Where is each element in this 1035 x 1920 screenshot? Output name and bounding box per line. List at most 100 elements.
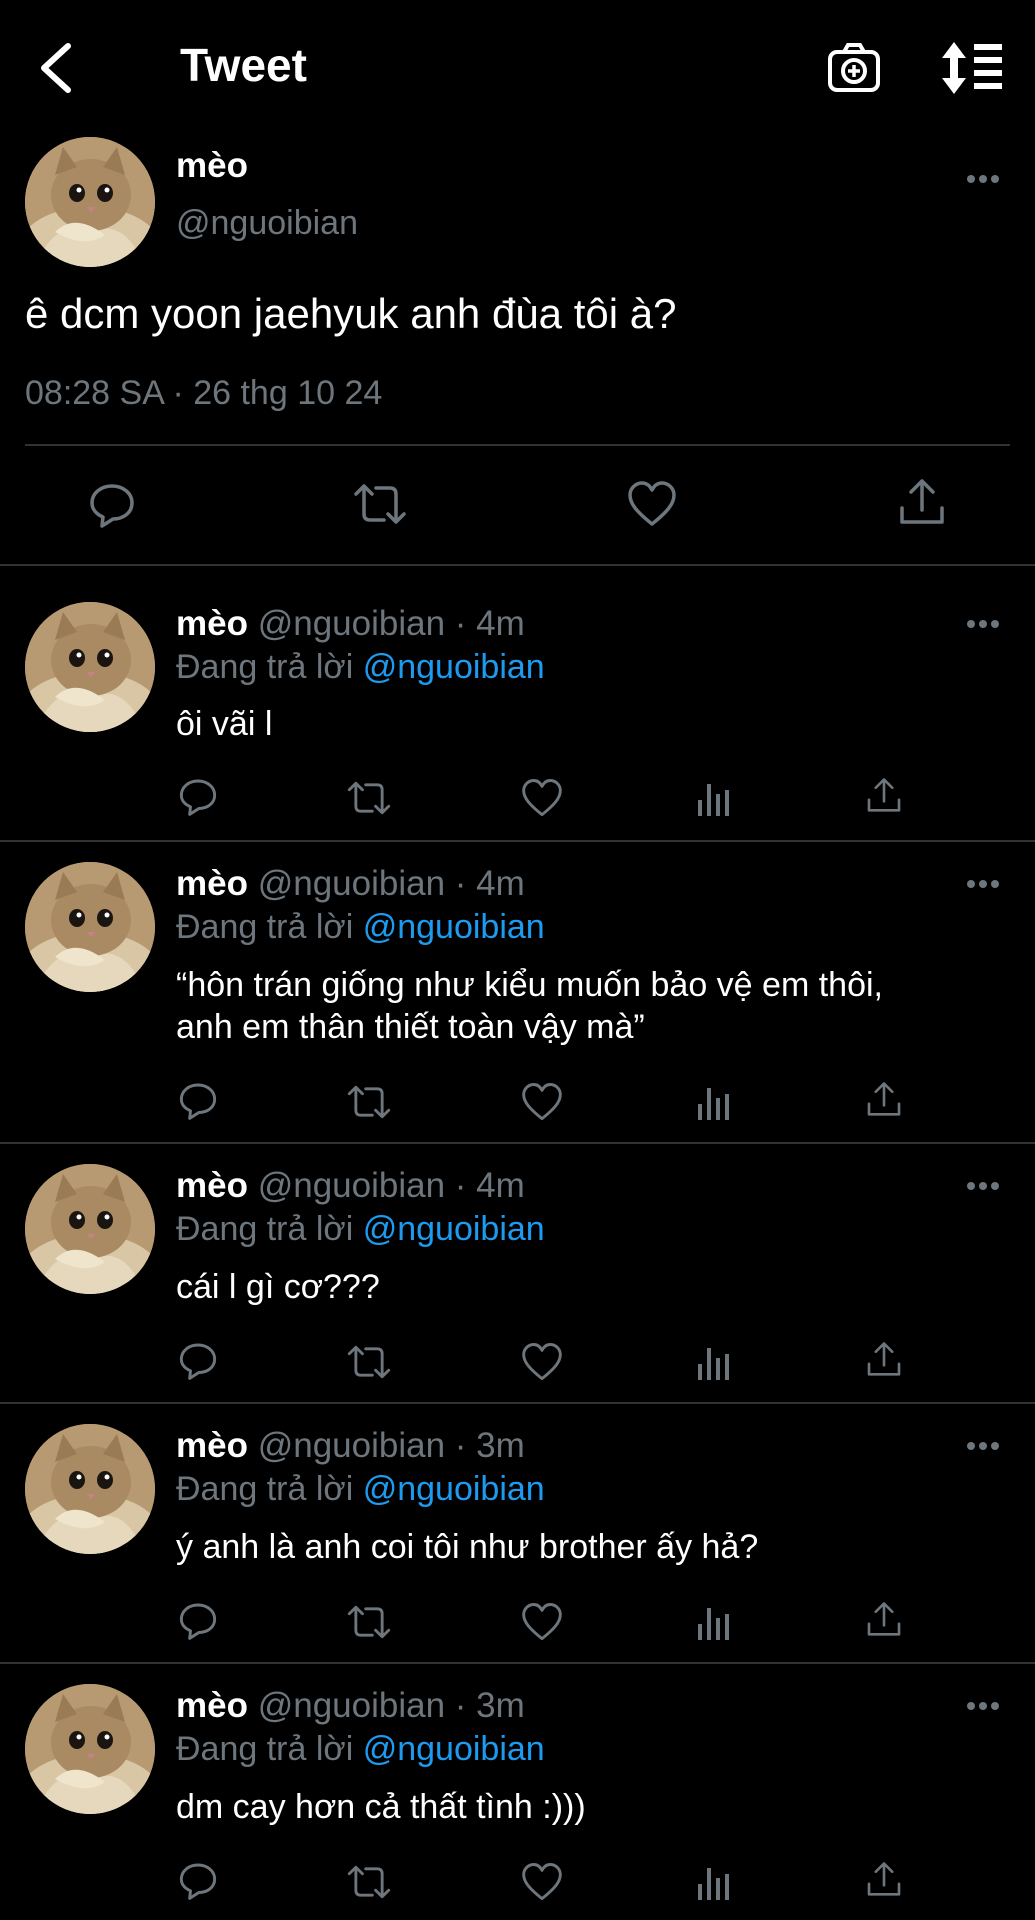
avatar[interactable] — [25, 602, 155, 732]
reply-to-link[interactable]: @nguoibian — [363, 1210, 545, 1248]
reply-to-link[interactable]: @nguoibian — [363, 908, 545, 946]
more-icon — [967, 1702, 999, 1710]
page-title: Tweet — [180, 39, 307, 91]
author-name[interactable]: mèo — [176, 1426, 248, 1465]
replying-label: Đang trả lời — [176, 1210, 354, 1248]
reply-button[interactable] — [178, 776, 218, 816]
avatar[interactable] — [25, 1164, 155, 1294]
replying-label: Đang trả lời — [176, 1470, 354, 1508]
heart-icon — [522, 1343, 562, 1381]
more-icon — [967, 620, 999, 628]
reply-to-link[interactable]: @nguoibian — [363, 1730, 545, 1768]
more-icon — [967, 175, 999, 183]
retweet-button[interactable] — [346, 1342, 392, 1382]
more-options-button[interactable] — [966, 618, 1000, 630]
replying-label: Đang trả lời — [176, 648, 354, 686]
share-button[interactable] — [866, 1080, 902, 1120]
views-button[interactable] — [696, 778, 730, 818]
author-name[interactable]: mèo — [176, 864, 248, 903]
reply-button[interactable] — [178, 1080, 218, 1120]
reply-text: dm cay hơn cả thất tình :))) — [176, 1788, 586, 1826]
analytics-icon — [698, 784, 729, 816]
heart-icon — [522, 1863, 562, 1901]
more-options-button[interactable] — [966, 1440, 1000, 1452]
cat-avatar-icon — [25, 1424, 155, 1554]
reply-text: ôi vãi l — [176, 705, 273, 743]
reply-button[interactable] — [178, 1600, 218, 1640]
cat-avatar-icon — [25, 862, 155, 992]
sort-button[interactable] — [938, 38, 1006, 98]
avatar[interactable] — [25, 862, 155, 992]
more-options-button[interactable] — [966, 1180, 1000, 1192]
analytics-icon — [698, 1348, 729, 1380]
analytics-icon — [698, 1868, 729, 1900]
retweet-icon — [347, 1085, 391, 1119]
reply-button[interactable] — [178, 1340, 218, 1380]
like-button[interactable] — [521, 778, 563, 818]
avatar[interactable] — [25, 137, 155, 267]
author-name[interactable]: mèo — [176, 1686, 248, 1725]
retweet-button[interactable] — [346, 1602, 392, 1642]
author-meta: @nguoibian · 4m — [257, 864, 525, 903]
retweet-button[interactable] — [346, 778, 392, 818]
views-button[interactable] — [696, 1082, 730, 1122]
cat-avatar-icon — [25, 137, 155, 267]
author-meta: @nguoibian · 4m — [257, 604, 525, 643]
share-button[interactable] — [866, 776, 902, 816]
like-button[interactable] — [521, 1342, 563, 1382]
divider — [0, 840, 1035, 842]
retweet-button[interactable] — [346, 1082, 392, 1122]
more-icon — [967, 880, 999, 888]
comment-icon — [179, 1863, 217, 1900]
author-name[interactable]: mèo — [176, 146, 248, 186]
author-meta: @nguoibian · 3m — [257, 1686, 525, 1725]
share-icon — [867, 1082, 901, 1116]
more-options-button[interactable] — [966, 1700, 1000, 1712]
views-button[interactable] — [696, 1602, 730, 1642]
like-button[interactable] — [521, 1862, 563, 1902]
reply-button[interactable] — [88, 480, 136, 528]
more-options-button[interactable] — [966, 173, 1000, 185]
like-button[interactable] — [627, 480, 677, 528]
share-icon — [900, 479, 944, 524]
share-icon — [867, 1602, 901, 1636]
author-meta: @nguoibian · 4m — [257, 1166, 525, 1205]
share-button[interactable] — [866, 1340, 902, 1380]
back-button[interactable] — [32, 38, 82, 98]
more-icon — [967, 1182, 999, 1190]
author-name[interactable]: mèo — [176, 604, 248, 643]
chevron-left-icon — [41, 43, 71, 93]
share-icon — [867, 1342, 901, 1376]
tweet-timestamp: 08:28 SA · 26 thg 10 24 — [25, 374, 383, 412]
comment-icon — [179, 1083, 217, 1120]
like-button[interactable] — [521, 1082, 563, 1122]
reply-to-link[interactable]: @nguoibian — [363, 648, 545, 686]
divider — [0, 1662, 1035, 1664]
analytics-icon — [698, 1088, 729, 1120]
sort-icon — [942, 42, 1002, 94]
retweet-icon — [354, 484, 406, 524]
heart-icon — [522, 1083, 562, 1121]
reply-text: ý anh là anh coi tôi như brother ấy hả? — [176, 1528, 759, 1566]
author-name[interactable]: mèo — [176, 1166, 248, 1205]
retweet-icon — [347, 781, 391, 815]
views-button[interactable] — [696, 1342, 730, 1382]
retweet-button[interactable] — [352, 480, 408, 528]
reply-button[interactable] — [178, 1860, 218, 1900]
camera-button[interactable] — [824, 38, 884, 98]
share-button[interactable] — [898, 478, 946, 528]
share-button[interactable] — [866, 1600, 902, 1640]
share-button[interactable] — [866, 1860, 902, 1900]
retweet-button[interactable] — [346, 1862, 392, 1902]
more-options-button[interactable] — [966, 878, 1000, 890]
tweet-text: ê dcm yoon jaehyuk anh đùa tôi à? — [25, 290, 677, 337]
author-handle[interactable]: @nguoibian — [176, 204, 358, 243]
divider — [0, 1402, 1035, 1404]
views-button[interactable] — [696, 1862, 730, 1902]
reply-to-link[interactable]: @nguoibian — [363, 1470, 545, 1508]
avatar[interactable] — [25, 1424, 155, 1554]
divider — [25, 444, 1010, 446]
avatar[interactable] — [25, 1684, 155, 1814]
heart-icon — [522, 779, 562, 817]
like-button[interactable] — [521, 1602, 563, 1642]
